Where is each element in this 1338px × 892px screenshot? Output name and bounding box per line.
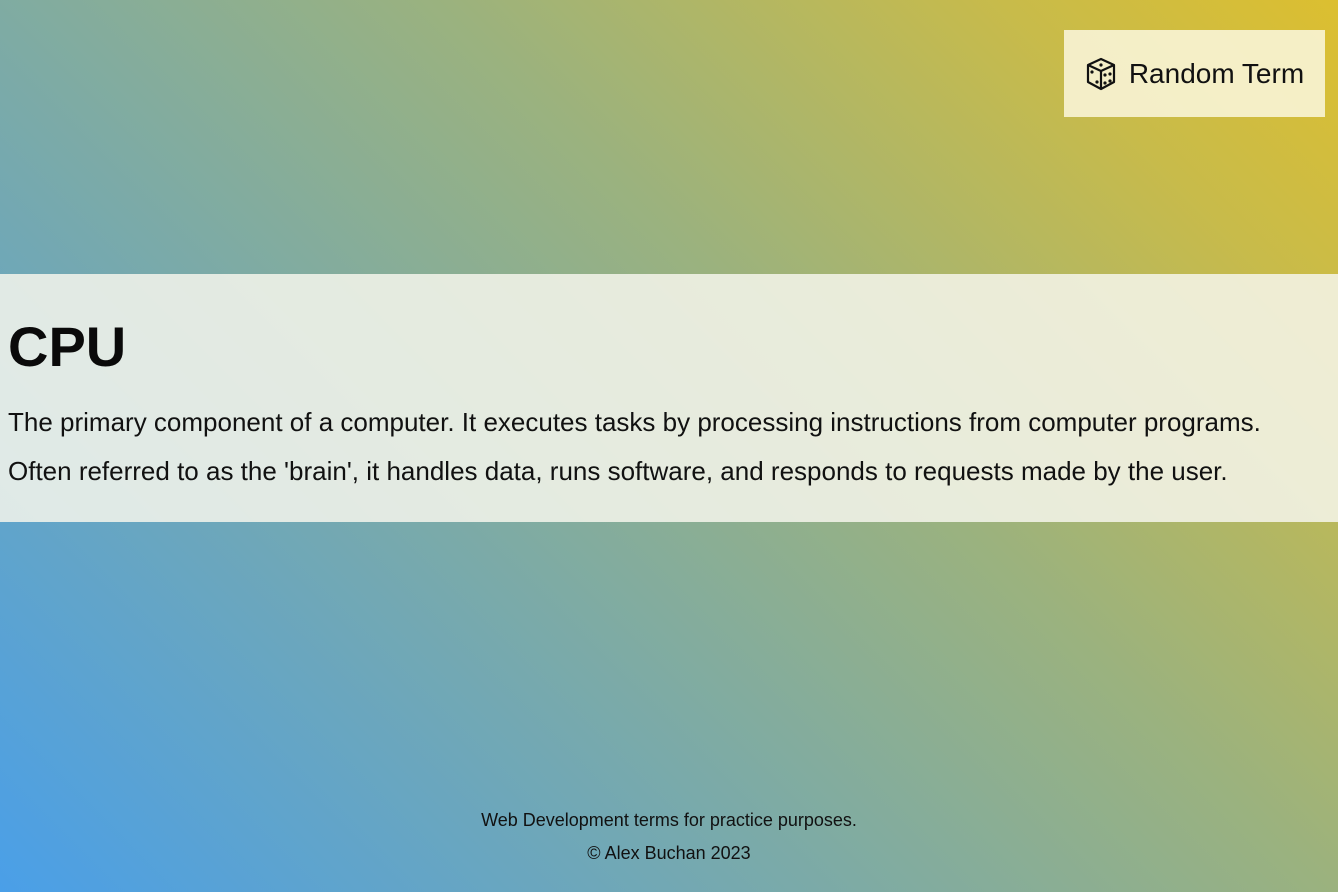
term-panel: CPU The primary component of a computer.… xyxy=(0,274,1338,522)
footer: Web Development terms for practice purpo… xyxy=(0,804,1338,870)
random-term-button[interactable]: Random Term xyxy=(1064,30,1325,117)
footer-copyright: © Alex Buchan 2023 xyxy=(587,843,751,863)
dice-icon xyxy=(1085,57,1117,91)
term-description-line-2: Often referred to as the 'brain', it han… xyxy=(8,456,1228,486)
term-title: CPU xyxy=(8,315,127,378)
footer-tagline: Web Development terms for practice purpo… xyxy=(481,810,857,830)
random-term-label: Random Term xyxy=(1128,57,1305,89)
term-description: The primary component of a computer. It … xyxy=(8,398,1338,496)
term-description-line-1: The primary component of a computer. It … xyxy=(8,407,1261,437)
